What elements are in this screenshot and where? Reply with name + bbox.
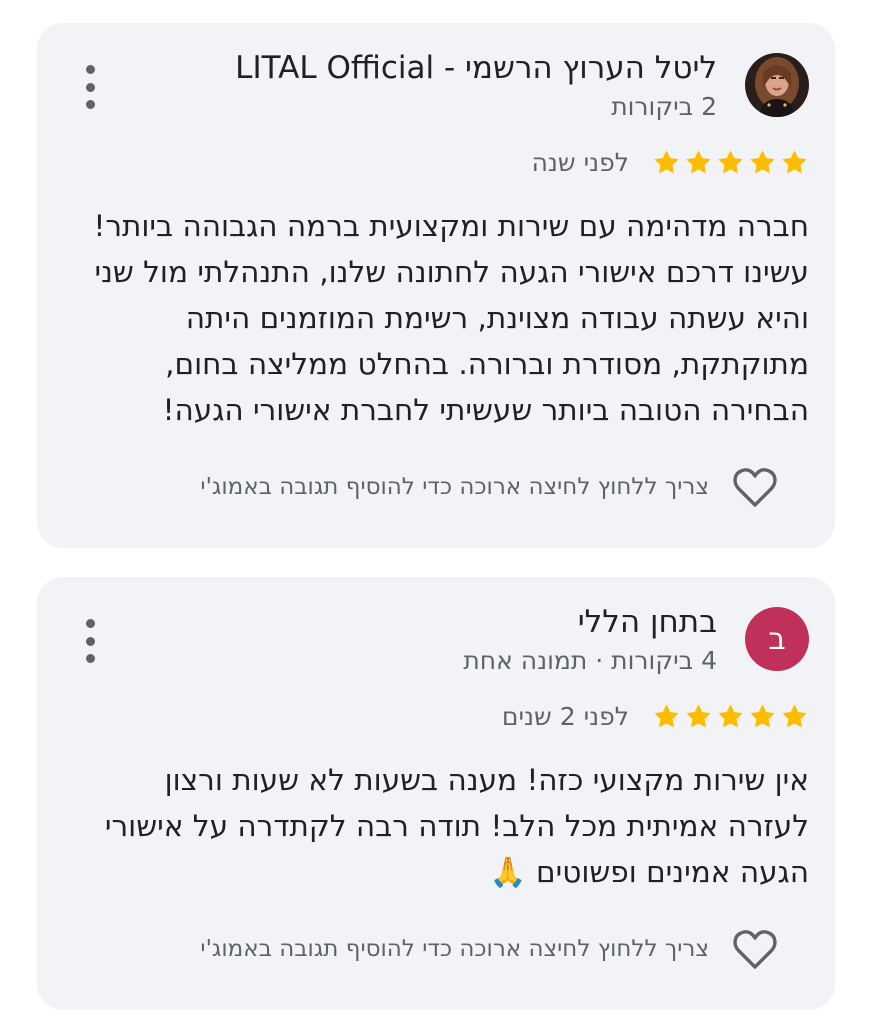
star-icon	[654, 703, 679, 727]
reaction-row: צריך ללחוץ לחיצה ארוכה כדי להוסיף תגובה …	[200, 463, 779, 511]
star-icon	[782, 149, 807, 173]
star-icon	[718, 149, 743, 173]
rating-row: לפני 2 שנים	[502, 698, 809, 734]
rating-row: לפני שנה	[532, 144, 809, 180]
reviewer-name[interactable]: ליטל הערוץ הרשמי - LITAL Official	[235, 48, 717, 88]
reviewer-meta: 2 ביקורות	[611, 92, 717, 121]
review-text: אין שירות מקצועי כזה! מענה בשעות לא שעות…	[63, 757, 809, 895]
review-text-line: והיא עשתה עבודה מצוינת, רשימת המוזמנים ה…	[185, 301, 809, 335]
star-icon	[750, 703, 775, 727]
star-rating	[649, 148, 809, 177]
review-text-line: הבחירה הטובה ביותר שעשיתי לחברת אישורי ה…	[162, 393, 809, 427]
review-card: ליטל הערוץ הרשמי - LITAL Official 2 ביקו…	[37, 23, 835, 548]
review-text-line: עשינו דרכם אישורי הגעה לחתונה שלנו, התנה…	[94, 255, 809, 289]
review-text-line: לעזרה אמיתית מכל הלב! תודה רבה לקתדרה על…	[104, 809, 809, 843]
reaction-hint: צריך ללחוץ לחיצה ארוכה כדי להוסיף תגובה …	[200, 474, 709, 500]
review-text-line: חברה מדהימה עם שירות ומקצועית ברמה הגבוה…	[93, 209, 809, 243]
star-icon	[750, 149, 775, 173]
star-icon	[686, 703, 711, 727]
reviewer-avatar[interactable]: ב	[745, 607, 809, 671]
more-vert-icon[interactable]	[79, 65, 101, 109]
review-date: לפני 2 שנים	[501, 701, 629, 731]
heart-outline-icon[interactable]	[731, 927, 779, 971]
review-date: לפני שנה	[531, 147, 629, 177]
reaction-row: צריך ללחוץ לחיצה ארוכה כדי להוסיף תגובה …	[200, 925, 779, 973]
review-text-line: מתוקתקת, מסודרת וברורה. בהחלט ממליצה בחו…	[165, 347, 809, 381]
heart-outline-icon[interactable]	[731, 465, 779, 509]
reviewer-meta: 4 ביקורות · תמונה אחת	[463, 646, 717, 675]
reaction-hint: צריך ללחוץ לחיצה ארוכה כדי להוסיף תגובה …	[200, 936, 709, 962]
star-icon	[718, 703, 743, 727]
review-text: חברה מדהימה עם שירות ומקצועית ברמה הגבוה…	[63, 203, 809, 433]
star-icon	[686, 149, 711, 173]
review-text-line: הגעה אמינים ופשוטים 🙏	[489, 855, 809, 889]
review-card: ב בתחן הללי 4 ביקורות · תמונה אחת לפני 2…	[37, 577, 835, 1010]
star-icon	[654, 149, 679, 173]
reviewer-name[interactable]: בתחן הללי	[578, 602, 717, 642]
star-icon	[782, 703, 807, 727]
reviewer-avatar[interactable]	[745, 53, 809, 117]
star-rating	[649, 702, 809, 731]
more-vert-icon[interactable]	[79, 619, 101, 663]
review-text-line: אין שירות מקצועי כזה! מענה בשעות לא שעות…	[164, 763, 809, 797]
